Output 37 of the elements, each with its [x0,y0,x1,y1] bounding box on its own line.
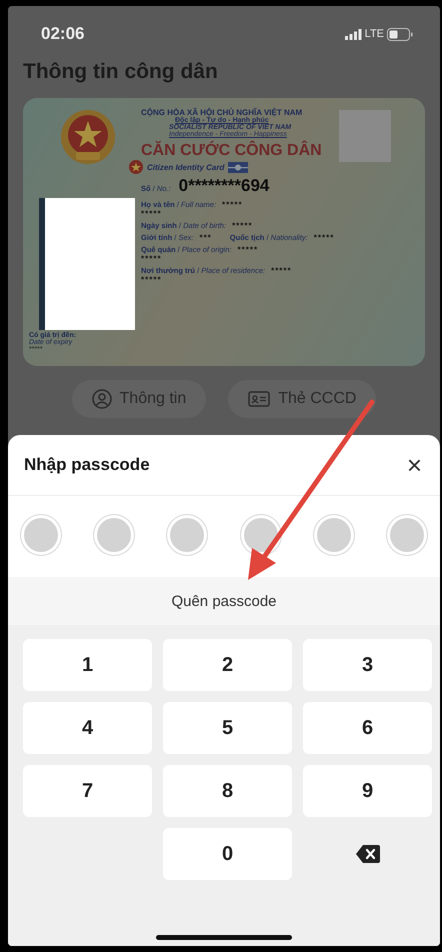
digit-key[interactable]: 8 [163,765,292,817]
digit-key[interactable]: 4 [23,702,152,754]
page-title: Thông tin công dân [23,60,219,84]
card-heading: CĂN CƯỚC CÔNG DÂN [141,142,322,160]
digit-key[interactable]: 3 [303,639,432,691]
field-value: ***** [232,221,253,230]
field-value: ***** [141,275,162,284]
network-label: LTE [364,28,384,40]
digit-key[interactable]: 9 [303,765,432,817]
id-number: 0********694 [178,176,270,196]
field-value: ***** [237,245,258,254]
field-value: ***** [222,200,243,209]
digit-key[interactable]: 7 [23,765,152,817]
flag-icon [129,160,143,174]
signal-icon [344,28,362,40]
status-time: 02:06 [41,24,84,44]
field-value: ***** [141,254,162,263]
sheet-title: Nhập passcode [24,455,150,475]
digit-key[interactable]: 0 [163,828,292,880]
qr-placeholder [339,110,391,162]
field-value: ***** [314,233,334,242]
backspace-icon [354,844,380,864]
digit-key[interactable]: 2 [163,639,292,691]
field-value: ***** [141,209,162,218]
country-name: CỘNG HÒA XÃ HỘI CHỦ NGHĨA VIỆT NAM [141,108,302,117]
forgot-passcode-button[interactable]: Quên passcode [8,577,440,625]
field-value: ***** [271,266,292,275]
battery-icon [387,28,413,40]
card-heading-en: Citizen Identity Card [147,162,224,172]
close-button[interactable]: × [402,450,426,480]
id-card-icon [248,391,270,407]
digit-key[interactable]: 1 [23,639,152,691]
person-icon [92,389,112,409]
digit-key[interactable]: 6 [303,702,432,754]
digit-key[interactable]: 5 [163,702,292,754]
chip-icon [228,162,248,172]
field-value: *** [199,233,212,242]
